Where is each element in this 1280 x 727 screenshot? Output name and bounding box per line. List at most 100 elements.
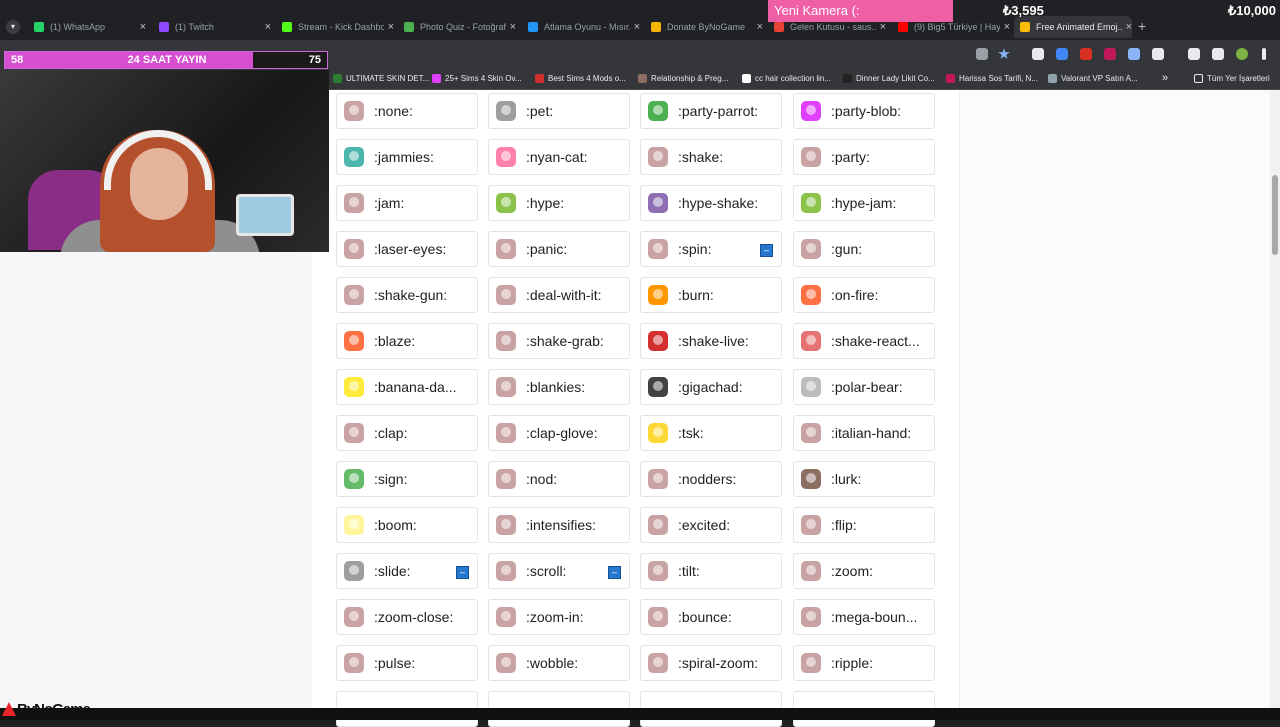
emoji-card[interactable]: :excited: bbox=[640, 507, 782, 543]
emoji-card[interactable]: :flip: bbox=[793, 507, 935, 543]
emoji-card[interactable]: :zoom-close: bbox=[336, 599, 478, 635]
browser-tab[interactable]: (1) WhatsApp × bbox=[28, 16, 146, 38]
extension-icon[interactable] bbox=[1080, 48, 1092, 60]
emoji-card[interactable]: :deal-with-it: bbox=[488, 277, 630, 313]
bookmark-item[interactable]: ULTIMATE SKIN DET... bbox=[333, 74, 429, 83]
emoji-card[interactable]: :hype-shake: bbox=[640, 185, 782, 221]
extension-icon[interactable] bbox=[1128, 48, 1140, 60]
overlay-extension-badge-icon[interactable]: – bbox=[608, 566, 621, 579]
menu-dots-icon[interactable] bbox=[1262, 48, 1266, 60]
close-tab-icon[interactable]: × bbox=[880, 21, 886, 33]
translate-icon[interactable] bbox=[976, 48, 988, 60]
emoji-card[interactable]: :burn: bbox=[640, 277, 782, 313]
bookmark-label: Harissa Sos Tarifi, N... bbox=[959, 74, 1038, 83]
avatar[interactable] bbox=[1236, 48, 1248, 60]
emoji-card[interactable]: :banana-da... bbox=[336, 369, 478, 405]
emoji-card[interactable]: :tsk: bbox=[640, 415, 782, 451]
reading-list-icon[interactable] bbox=[1212, 48, 1224, 60]
emoji-card[interactable]: :jam: bbox=[336, 185, 478, 221]
emoji-card[interactable]: :laser-eyes: bbox=[336, 231, 478, 267]
new-tab-icon[interactable]: + bbox=[1138, 18, 1146, 34]
scrollbar[interactable] bbox=[1270, 90, 1280, 720]
emoji-card[interactable]: :tilt: bbox=[640, 553, 782, 589]
emoji-card[interactable]: :spiral-zoom: bbox=[640, 645, 782, 681]
emoji-card[interactable]: :spin: – bbox=[640, 231, 782, 267]
emoji-card[interactable]: :lurk: bbox=[793, 461, 935, 497]
emoji-card[interactable]: :sign: bbox=[336, 461, 478, 497]
browser-tab[interactable]: Photo Quiz - Fotoğraf... × bbox=[398, 16, 516, 38]
emoji-card[interactable]: :nodders: bbox=[640, 461, 782, 497]
emoji-card[interactable]: :on-fire: bbox=[793, 277, 935, 313]
close-tab-icon[interactable]: × bbox=[1004, 21, 1010, 33]
emoji-card[interactable]: :zoom: bbox=[793, 553, 935, 589]
close-tab-icon[interactable]: × bbox=[510, 21, 516, 33]
emoji-card[interactable]: :slide: – bbox=[336, 553, 478, 589]
emoji-card[interactable]: :clap-glove: bbox=[488, 415, 630, 451]
emoji-card[interactable]: :boom: bbox=[336, 507, 478, 543]
close-tab-icon[interactable]: × bbox=[634, 21, 640, 33]
puzzle-icon[interactable] bbox=[1152, 48, 1164, 60]
bookmark-item[interactable]: 25+ Sims 4 Skin Ov... bbox=[432, 74, 522, 83]
close-tab-icon[interactable]: × bbox=[388, 21, 394, 33]
emoji-name: :shake-live: bbox=[678, 333, 749, 349]
browser-tab[interactable]: Stream - Kick Dashbo... × bbox=[276, 16, 394, 38]
tab-favicon-icon bbox=[1020, 22, 1030, 32]
emoji-card[interactable]: :clap: bbox=[336, 415, 478, 451]
browser-tab[interactable]: (1) Twitch × bbox=[153, 16, 271, 38]
emoji-card[interactable]: :shake-react... bbox=[793, 323, 935, 359]
all-bookmarks-button[interactable]: Tüm Yer İşaretleri bbox=[1194, 74, 1270, 83]
emoji-card[interactable]: :none: bbox=[336, 93, 478, 129]
emoji-card[interactable]: :shake-gun: bbox=[336, 277, 478, 313]
close-tab-icon[interactable]: × bbox=[1126, 21, 1132, 33]
emoji-card[interactable]: :gigachad: bbox=[640, 369, 782, 405]
emoji-card[interactable]: :shake-grab: bbox=[488, 323, 630, 359]
close-tab-icon[interactable]: × bbox=[265, 21, 271, 33]
emoji-card[interactable]: :ripple: bbox=[793, 645, 935, 681]
emoji-name: :blaze: bbox=[374, 333, 416, 349]
bookmark-item[interactable]: Valorant VP Satın A... bbox=[1048, 74, 1138, 83]
emoji-card[interactable]: :party-blob: bbox=[793, 93, 935, 129]
bookmarks-overflow-button[interactable]: » bbox=[1162, 72, 1168, 84]
emoji-card[interactable]: :shake-live: bbox=[640, 323, 782, 359]
emoji-card[interactable]: :nod: bbox=[488, 461, 630, 497]
emoji-card[interactable]: :pulse: bbox=[336, 645, 478, 681]
browser-tab[interactable]: Free Animated Emoj... × bbox=[1014, 16, 1132, 38]
emoji-card[interactable]: :bounce: bbox=[640, 599, 782, 635]
emoji-card[interactable]: :zoom-in: bbox=[488, 599, 630, 635]
emoji-card[interactable]: :party-parrot: bbox=[640, 93, 782, 129]
overlay-extension-badge-icon[interactable]: – bbox=[760, 244, 773, 257]
emoji-card[interactable]: :scroll: – bbox=[488, 553, 630, 589]
emoji-card[interactable]: :italian-hand: bbox=[793, 415, 935, 451]
emoji-card[interactable]: :nyan-cat: bbox=[488, 139, 630, 175]
download-icon[interactable] bbox=[1188, 48, 1200, 60]
bookmark-item[interactable]: Dinner Lady Likit Co... bbox=[843, 74, 935, 83]
shield-extension-icon[interactable] bbox=[1032, 48, 1044, 60]
emoji-card[interactable]: :hype: bbox=[488, 185, 630, 221]
emoji-card[interactable]: :gun: bbox=[793, 231, 935, 267]
emoji-card[interactable]: :hype-jam: bbox=[793, 185, 935, 221]
emoji-card[interactable]: :intensifies: bbox=[488, 507, 630, 543]
tab-search-icon[interactable]: ▾ bbox=[6, 20, 20, 34]
emoji-card[interactable]: :jammies: bbox=[336, 139, 478, 175]
scrollbar-thumb[interactable] bbox=[1272, 175, 1278, 255]
overlay-extension-badge-icon[interactable]: – bbox=[456, 566, 469, 579]
close-tab-icon[interactable]: × bbox=[140, 21, 146, 33]
emoji-card[interactable]: :mega-boun... bbox=[793, 599, 935, 635]
emoji-card[interactable]: :wobble: bbox=[488, 645, 630, 681]
emoji-card[interactable]: :pet: bbox=[488, 93, 630, 129]
emoji-card[interactable]: :panic: bbox=[488, 231, 630, 267]
browser-tab[interactable]: Atlama Oyunu - Mısır... × bbox=[522, 16, 640, 38]
extension-icon[interactable] bbox=[1056, 48, 1068, 60]
emoji-card[interactable]: :blaze: bbox=[336, 323, 478, 359]
emoji-card[interactable]: :blankies: bbox=[488, 369, 630, 405]
emoji-card[interactable]: :shake: bbox=[640, 139, 782, 175]
bookmark-item[interactable]: Best Sims 4 Mods o... bbox=[535, 74, 626, 83]
bookmark-item[interactable]: cc hair collection lin... bbox=[742, 74, 831, 83]
bookmark-item[interactable]: Relationship & Preg... bbox=[638, 74, 728, 83]
bookmark-item[interactable]: Harissa Sos Tarifi, N... bbox=[946, 74, 1038, 83]
browser-tab[interactable]: Donate ByNoGame × bbox=[645, 16, 763, 38]
emoji-card[interactable]: :party: bbox=[793, 139, 935, 175]
close-tab-icon[interactable]: × bbox=[757, 21, 763, 33]
emoji-card[interactable]: :polar-bear: bbox=[793, 369, 935, 405]
extension-icon[interactable] bbox=[1104, 48, 1116, 60]
